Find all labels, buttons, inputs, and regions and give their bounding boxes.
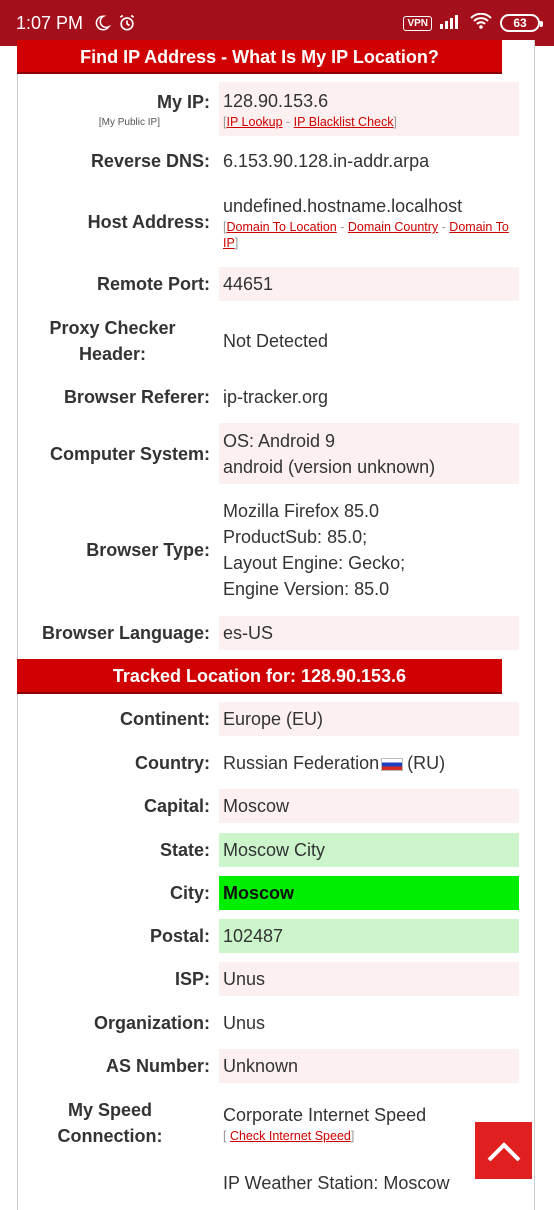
label-my-ip: My IP: <box>156 92 210 112</box>
signal-icon <box>440 13 462 34</box>
label-isp: ISP: <box>174 969 210 989</box>
label-browser-language: Browser Language: <box>41 623 210 643</box>
value-layout-engine: Layout Engine: Gecko; <box>223 553 406 573</box>
value-organization: Unus <box>223 1013 266 1033</box>
battery-icon: 63 <box>500 14 543 32</box>
label-browser-referer: Browser Referer: <box>63 387 210 407</box>
row-state: State: Moscow City <box>0 833 554 867</box>
check-internet-speed-link[interactable]: Check Internet Speed <box>230 1129 351 1143</box>
value-reverse-dns: 6.153.90.128.in-addr.arpa <box>223 151 430 171</box>
tracked-location-header: Tracked Location for: 128.90.153.6 <box>17 659 502 694</box>
ip-blacklist-check-link[interactable]: IP Blacklist Check <box>294 115 394 129</box>
alarm-icon <box>117 13 137 33</box>
label-remote-port: Remote Port: <box>96 274 210 294</box>
row-proxy-checker: Proxy Checker Header: Not Detected <box>0 313 554 369</box>
label-speed-connection: My Speed Connection: <box>57 1100 163 1146</box>
value-speed-connection: Corporate Internet Speed <box>223 1105 427 1125</box>
row-capital: Capital: Moscow <box>0 789 554 823</box>
value-capital: Moscow <box>223 796 290 816</box>
row-as-number: AS Number: Unknown <box>0 1049 554 1083</box>
row-browser-language: Browser Language: es-US <box>0 616 554 650</box>
label-reverse-dns: Reverse DNS: <box>90 151 210 171</box>
value-country-code: (RU) <box>407 753 446 773</box>
value-android-version: android (version unknown) <box>223 456 436 477</box>
label-capital: Capital: <box>143 796 210 816</box>
label-continent: Continent: <box>120 709 210 729</box>
value-weather-station: IP Weather Station: Moscow <box>223 1173 450 1193</box>
russia-flag-icon <box>381 757 404 771</box>
label-postal: Postal: <box>149 926 210 946</box>
value-os: OS: Android 9 <box>223 430 336 451</box>
label-country: Country: <box>135 753 210 773</box>
value-browser-language: es-US <box>223 623 274 643</box>
value-browser-name: Mozilla Firefox 85.0 <box>223 501 380 521</box>
row-country: Country: Russian Federation (RU) <box>0 746 554 780</box>
row-continent: Continent: Europe (EU) <box>0 702 554 736</box>
domain-to-location-link[interactable]: Domain To Location <box>226 220 336 234</box>
clock: 1:07 PM <box>16 12 84 33</box>
row-my-ip: My IP: [My Public IP] 128.90.153.6 [IP L… <box>0 82 554 136</box>
label-proxy-checker: Proxy Checker Header: <box>49 318 176 364</box>
row-remote-port: Remote Port: 44651 <box>0 267 554 301</box>
row-weather-station: IP Weather Station: Moscow <box>0 1166 554 1196</box>
value-continent: Europe (EU) <box>223 709 324 729</box>
value-remote-port: 44651 <box>223 274 274 294</box>
label-state: State: <box>159 840 210 860</box>
wifi-icon <box>470 12 492 34</box>
domain-country-link[interactable]: Domain Country <box>348 220 438 234</box>
value-product-sub: ProductSub: 85.0; <box>223 527 368 547</box>
row-isp: ISP: Unus <box>0 962 554 996</box>
label-as-number: AS Number: <box>105 1056 210 1076</box>
ip-lookup-link[interactable]: IP Lookup <box>226 115 282 129</box>
label-host-address: Host Address: <box>87 212 210 232</box>
row-city: City: Moscow <box>0 876 554 910</box>
label-city: City: <box>170 883 210 903</box>
value-state: Moscow City <box>223 840 326 860</box>
vpn-icon: VPN <box>403 15 432 31</box>
label-organization: Organization: <box>94 1013 210 1033</box>
row-reverse-dns: Reverse DNS: 6.153.90.128.in-addr.arpa <box>0 143 554 179</box>
row-computer-system: Computer System: OS: Android 9 android (… <box>0 423 554 484</box>
row-postal: Postal: 102487 <box>0 919 554 953</box>
row-speed-connection: My Speed Connection: Corporate Internet … <box>0 1095 554 1151</box>
value-isp: Unus <box>223 969 266 989</box>
value-browser-referer: ip-tracker.org <box>223 387 329 407</box>
label-browser-type: Browser Type: <box>86 540 210 560</box>
chevron-up-icon <box>487 1141 520 1161</box>
value-engine-version: Engine Version: 85.0 <box>223 579 390 599</box>
value-country: Russian Federation <box>223 753 380 773</box>
value-postal: 102487 <box>223 926 284 946</box>
value-my-ip: 128.90.153.6 <box>223 91 329 111</box>
label-my-public-ip: [My Public IP] <box>98 117 160 128</box>
label-computer-system: Computer System: <box>49 443 210 464</box>
row-organization: Organization: Unus <box>0 1006 554 1040</box>
row-host-address: Host Address: undefined.hostname.localho… <box>0 188 554 256</box>
value-proxy-checker: Not Detected <box>223 331 329 351</box>
value-as-number: Unknown <box>223 1056 299 1076</box>
scroll-to-top-button[interactable] <box>475 1122 532 1179</box>
value-host-address: undefined.hostname.localhost <box>223 196 463 216</box>
value-city: Moscow <box>223 883 295 903</box>
moon-icon <box>93 14 112 32</box>
page-title: Find IP Address - What Is My IP Location… <box>17 40 502 74</box>
row-browser-type: Browser Type: Mozilla Firefox 85.0 Produ… <box>0 495 554 605</box>
row-browser-referer: Browser Referer: ip-tracker.org <box>0 380 554 414</box>
